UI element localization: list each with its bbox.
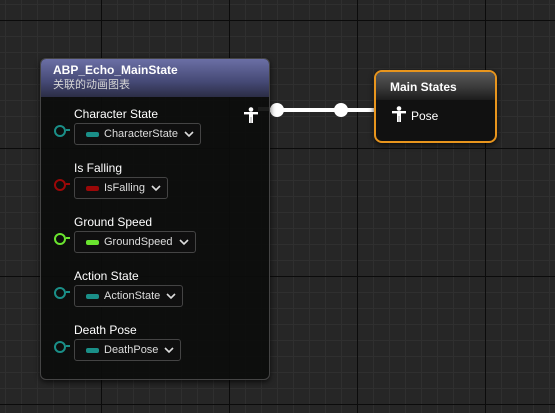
- chevron-down-icon: [184, 130, 194, 138]
- action-state-dropdown[interactable]: ActionState: [74, 285, 184, 307]
- type-swatch-icon: [86, 131, 99, 137]
- animation-state-node[interactable]: ABP_Echo_MainState 关联的动画图表 Character Sta…: [40, 58, 270, 380]
- type-swatch-icon: [86, 185, 99, 191]
- wire-reroute-knot-right[interactable]: [334, 103, 348, 117]
- node-title: ABP_Echo_MainState: [53, 63, 178, 77]
- chevron-down-icon: [151, 184, 161, 192]
- type-swatch-icon: [86, 239, 99, 245]
- pose-input-label: Pose: [411, 109, 439, 123]
- type-swatch-icon: [86, 347, 99, 353]
- dropdown-value: GroundSpeed: [104, 236, 173, 248]
- enum-pin-icon[interactable]: [54, 125, 66, 137]
- float-pin-icon[interactable]: [54, 233, 66, 245]
- dropdown-value: CharacterState: [104, 128, 178, 140]
- pose-person-icon[interactable]: [392, 106, 406, 127]
- enum-pin-icon[interactable]: [54, 341, 66, 353]
- pose-person-icon[interactable]: [244, 107, 258, 128]
- pin-arrow-icon: [66, 129, 70, 131]
- node-subtitle: 关联的动画图表: [53, 79, 130, 91]
- type-swatch-icon: [86, 293, 99, 299]
- is-falling-dropdown[interactable]: IsFalling: [74, 177, 168, 199]
- death-pose-dropdown[interactable]: DeathPose: [74, 339, 182, 361]
- pin-arrow-icon: [66, 183, 70, 185]
- pin-label: Ground Speed: [74, 215, 153, 229]
- pin-arrow-icon: [66, 237, 70, 239]
- dropdown-value: DeathPose: [104, 344, 159, 356]
- enum-pin-icon[interactable]: [54, 287, 66, 299]
- pin-arrow-icon: [66, 291, 70, 293]
- dropdown-value: ActionState: [104, 290, 161, 302]
- node-header[interactable]: Main States: [376, 72, 495, 100]
- chevron-down-icon: [164, 346, 175, 354]
- main-states-node[interactable]: Main States Pose: [374, 70, 497, 143]
- ground-speed-dropdown[interactable]: GroundSpeed: [74, 231, 196, 253]
- pin-label: Character State: [74, 107, 159, 121]
- chevron-down-icon: [166, 292, 176, 300]
- pin-arrow-icon: [66, 345, 70, 347]
- pin-label: Action State: [74, 269, 139, 283]
- dropdown-value: IsFalling: [104, 182, 145, 194]
- node-title: Main States: [390, 80, 457, 94]
- chevron-down-icon: [178, 238, 189, 246]
- bool-pin-icon[interactable]: [54, 179, 66, 191]
- node-header[interactable]: ABP_Echo_MainState 关联的动画图表: [41, 59, 269, 97]
- wire-reroute-knot-left[interactable]: [270, 103, 284, 117]
- character-state-dropdown[interactable]: CharacterState: [74, 123, 201, 145]
- pin-label: Death Pose: [74, 323, 137, 337]
- pin-label: Is Falling: [74, 161, 123, 175]
